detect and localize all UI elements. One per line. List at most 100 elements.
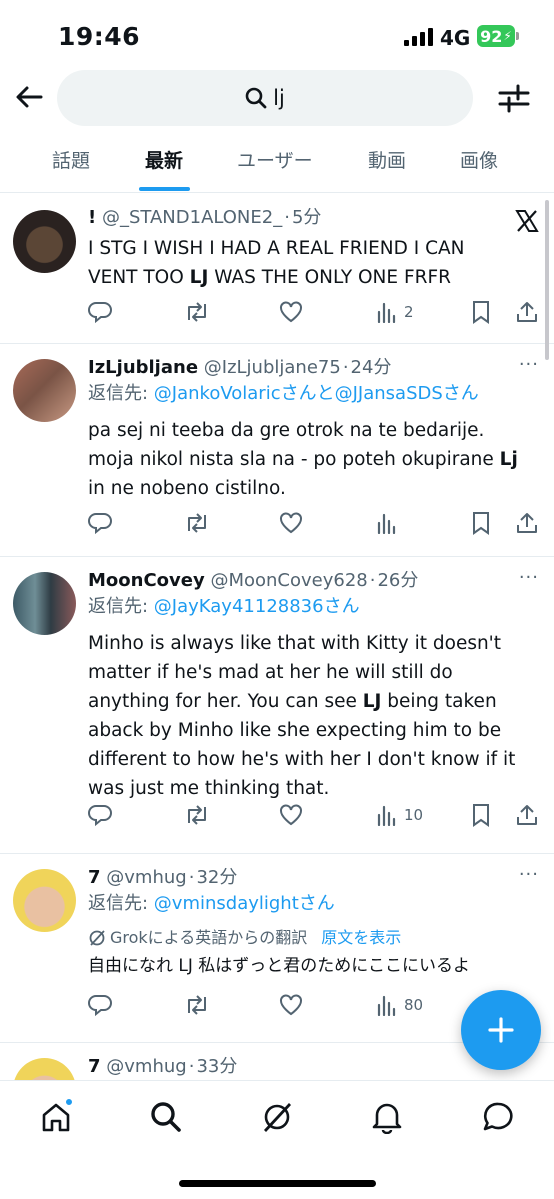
nav-home[interactable] (34, 1095, 78, 1139)
grok-icon (263, 1103, 292, 1132)
share-button[interactable] (515, 297, 539, 327)
views-button[interactable]: 80 (376, 990, 423, 1020)
nav-notifications[interactable] (365, 1095, 409, 1139)
status-time: 19:46 (58, 22, 141, 51)
show-original-link[interactable]: 原文を表示 (321, 924, 401, 952)
notifications-icon (372, 1103, 402, 1134)
retweet-icon (188, 302, 206, 322)
tab-images[interactable]: 画像 (460, 146, 498, 173)
avatar[interactable] (13, 869, 76, 932)
nav-grok[interactable] (255, 1095, 299, 1139)
like-button[interactable] (279, 990, 303, 1020)
like-button[interactable] (279, 297, 303, 327)
nav-messages[interactable] (476, 1095, 520, 1139)
tweet-feed[interactable]: ! @_STAND1ALONE2_ · 5分 I STG I WISH I HAD … (0, 194, 554, 1080)
retweet-button[interactable] (184, 297, 210, 327)
translation-note: Grokによる英語からの翻訳 原文を表示 (88, 924, 540, 952)
reply-mention[interactable]: @JJansaSDS (335, 383, 443, 404)
tweet-text: 自由になれ LJ 私はずっと君のためにここにいるよ (88, 956, 470, 976)
tab-users[interactable]: ユーザー (237, 146, 313, 173)
reply-context: 返信先: @JayKay41128836さん (88, 596, 360, 617)
views-icon (377, 805, 396, 826)
reply-icon (88, 995, 112, 1017)
avatar[interactable] (13, 359, 76, 422)
search-filter-button[interactable] (496, 80, 532, 116)
compose-button[interactable] (461, 990, 541, 1070)
views-button[interactable] (376, 508, 398, 538)
author-name[interactable]: ! (88, 207, 96, 228)
search-icon (151, 1102, 181, 1132)
reply-mention[interactable]: @vminsdaylight (154, 893, 299, 914)
tweet[interactable]: ! @_STAND1ALONE2_ · 5分 I STG I WISH I HAD … (0, 194, 554, 344)
reply-button[interactable] (88, 800, 112, 830)
tweet-header: IzLjubljane @IzLjubljane75 · 24分 (88, 357, 392, 378)
tab-top[interactable]: 話題 (52, 146, 90, 173)
scrollbar[interactable] (545, 200, 549, 360)
avatar[interactable] (13, 572, 76, 635)
author-name[interactable]: IzLjubljane (88, 357, 198, 378)
reply-button[interactable] (88, 297, 112, 327)
x-logo-icon (515, 210, 539, 232)
avatar[interactable] (13, 1058, 76, 1080)
bookmark-button[interactable] (471, 297, 491, 327)
author-handle[interactable]: @vmhug (106, 1056, 186, 1077)
tweet-time: 5分 (291, 207, 322, 228)
share-icon (517, 302, 537, 322)
active-tab-indicator (139, 187, 190, 191)
battery-tip (516, 32, 519, 40)
views-icon (377, 302, 396, 323)
search-input[interactable]: lj (57, 70, 473, 126)
more-options-button[interactable]: ··· (519, 567, 539, 588)
more-options-button[interactable]: ··· (519, 864, 539, 885)
battery-icon: 92 ⚡ (477, 25, 515, 47)
avatar[interactable] (13, 210, 76, 273)
author-handle[interactable]: @vmhug (106, 867, 186, 888)
author-handle[interactable]: @_STAND1ALONE2_ (102, 207, 282, 228)
retweet-button[interactable] (184, 800, 210, 830)
tab-videos[interactable]: 動画 (368, 146, 406, 173)
author-handle[interactable]: @IzLjubljane75 (204, 357, 341, 378)
tweet-time: 24分 (350, 357, 392, 378)
tab-latest[interactable]: 最新 (145, 146, 183, 173)
reply-mention[interactable]: @JankoVolaric (154, 383, 281, 404)
tweet-actions: 10 (88, 800, 540, 830)
reply-button[interactable] (88, 990, 112, 1020)
like-button[interactable] (279, 800, 303, 830)
views-count: 2 (404, 303, 414, 321)
reply-mention[interactable]: @JayKay41128836 (154, 596, 324, 617)
nav-search[interactable] (144, 1095, 188, 1139)
author-name[interactable]: 7 (88, 867, 101, 888)
author-name[interactable]: 7 (88, 1056, 101, 1077)
tweet-text: Minho is always like that with Kitty it … (88, 633, 516, 799)
battery-level: 92 (480, 26, 503, 46)
like-button[interactable] (279, 508, 303, 538)
tweet-time: 33分 (196, 1056, 238, 1077)
tweet-actions (88, 508, 540, 538)
bookmark-icon (473, 512, 489, 535)
back-button[interactable] (12, 80, 46, 114)
bookmark-button[interactable] (471, 800, 491, 830)
views-icon (377, 995, 396, 1016)
bookmark-icon (473, 301, 489, 324)
share-button[interactable] (515, 800, 539, 830)
share-button[interactable] (515, 508, 539, 538)
more-options-button[interactable]: ··· (519, 354, 539, 375)
retweet-button[interactable] (184, 990, 210, 1020)
reply-context: 返信先: @JankoVolaricさんと@JJansaSDSさん (88, 383, 479, 404)
tweet[interactable]: MoonCovey @MoonCovey628 · 26分 返信先: @JayKay… (0, 557, 554, 854)
bookmark-button[interactable] (471, 508, 491, 538)
home-indicator (179, 1180, 376, 1187)
retweet-button[interactable] (184, 508, 210, 538)
views-count: 10 (404, 806, 424, 824)
views-button[interactable]: 10 (376, 800, 423, 830)
reply-button[interactable] (88, 508, 112, 538)
views-button[interactable]: 2 (376, 297, 414, 327)
grok-icon (89, 930, 105, 946)
plus-icon (488, 1017, 514, 1043)
author-name[interactable]: MoonCovey (88, 570, 205, 591)
reply-icon (88, 302, 112, 324)
author-handle[interactable]: @MoonCovey628 (210, 570, 367, 591)
tweet[interactable]: IzLjubljane @IzLjubljane75 · 24分 返信先: @Jan… (0, 344, 554, 557)
search-query: lj (273, 86, 285, 110)
back-arrow-icon (16, 86, 43, 108)
